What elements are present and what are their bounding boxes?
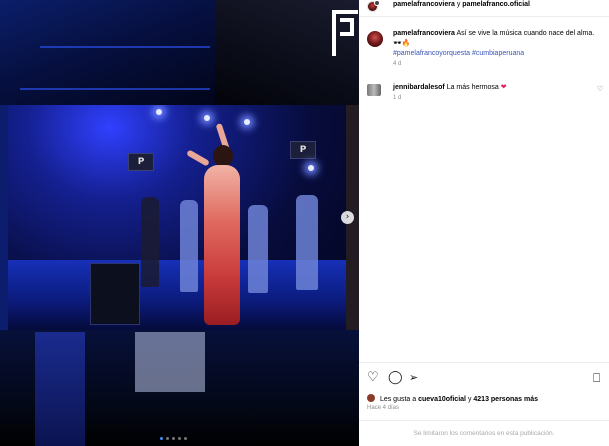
stage-speaker	[90, 263, 140, 325]
background-blur-tile	[35, 332, 85, 446]
stage-screen-logo: P	[299, 145, 307, 155]
stage-spotlight	[204, 115, 210, 121]
concert-photo: P P	[8, 105, 346, 330]
caption-username[interactable]: pamelafrancoviera	[393, 30, 455, 37]
singer-head	[213, 145, 233, 167]
stage-spotlight	[156, 109, 162, 115]
chevron-right-icon: ›	[345, 212, 350, 222]
singer-red-dress	[204, 165, 240, 325]
carousel-dot[interactable]	[160, 437, 163, 440]
share-paper-plane-icon[interactable]: ➢	[409, 369, 418, 387]
musician-figure	[296, 195, 318, 290]
background-blur-tile	[135, 332, 205, 392]
comment-body: La más hermosa	[446, 84, 499, 91]
actions-divider	[359, 362, 609, 363]
light-beam	[20, 88, 210, 90]
post-timestamp[interactable]: Hace 4 días	[367, 405, 399, 411]
stage-spotlight	[308, 165, 314, 171]
light-beam	[40, 46, 210, 48]
commenter-username[interactable]: jennibardalesof	[393, 84, 445, 91]
musician-figure	[248, 205, 268, 293]
brand-logo-icon	[332, 10, 358, 56]
coauthor-username[interactable]: pamelafranco.oficial	[462, 1, 530, 8]
liker-avatar[interactable]	[367, 394, 375, 402]
header-divider	[359, 16, 609, 17]
likes-count[interactable]: 4213 personas más	[473, 396, 538, 403]
save-bookmark-icon[interactable]: ⎕	[593, 369, 600, 387]
comments-disabled-notice: Se limitaron los comentarios en esta pub…	[413, 430, 555, 437]
carousel-dot[interactable]	[172, 437, 175, 440]
stage-screen: P	[290, 141, 316, 159]
carousel-dot[interactable]	[184, 437, 187, 440]
post-actions: ♡ ◯ ➢ ⎕	[359, 369, 609, 387]
background-blur-tile	[0, 105, 8, 330]
carousel-dots	[160, 437, 187, 441]
author-username[interactable]: pamelafrancoviera	[393, 1, 455, 8]
musician-figure	[141, 197, 159, 287]
likes-summary: Les gusta a cueva10oficial y 4213 person…	[367, 394, 607, 403]
stage-screen: P	[128, 153, 154, 171]
comment-bubble-icon[interactable]: ◯	[388, 369, 403, 387]
carousel-next-button[interactable]: ›	[341, 211, 354, 224]
like-heart-icon[interactable]: ♡	[367, 369, 379, 387]
stage-spotlight	[244, 119, 250, 125]
stage-screen-logo: P	[137, 157, 145, 167]
comment-text: jennibardalesof La más hermosa ❤	[393, 83, 507, 91]
caption-age: 4 d	[393, 61, 402, 67]
post-media[interactable]: P P ›	[0, 0, 359, 446]
carousel-dot[interactable]	[178, 437, 181, 440]
caption-author-avatar[interactable]	[367, 31, 383, 47]
likes-prefix: Les gusta a	[379, 396, 417, 403]
caption-hashtags[interactable]: #pamelafrancoyorquesta #cumbiaperuana	[393, 50, 524, 57]
authors-joiner: y	[456, 1, 461, 8]
commenter-avatar[interactable]	[367, 84, 381, 96]
carousel-dot[interactable]	[166, 437, 169, 440]
caption-text: pamelafrancoviera Así se vive la música …	[393, 29, 603, 59]
liker-username[interactable]: cueva10oficial	[418, 396, 466, 403]
heart-emoji-icon: ❤	[500, 84, 507, 91]
comment-like-heart-icon[interactable]: ♡	[597, 85, 603, 93]
coauthor-avatar[interactable]	[374, 0, 380, 6]
post-side-panel: pamelafrancoviera y pamelafranco.oficial…	[359, 0, 609, 446]
comment-age: 1 d	[393, 95, 402, 101]
musician-figure	[180, 200, 198, 292]
footer-divider	[359, 420, 609, 421]
post-authors: pamelafrancoviera y pamelafranco.oficial	[393, 1, 530, 8]
likes-connector: y	[467, 396, 472, 403]
post-header: pamelafrancoviera y pamelafranco.oficial	[359, 0, 609, 15]
singer-mic-arm	[186, 149, 210, 167]
